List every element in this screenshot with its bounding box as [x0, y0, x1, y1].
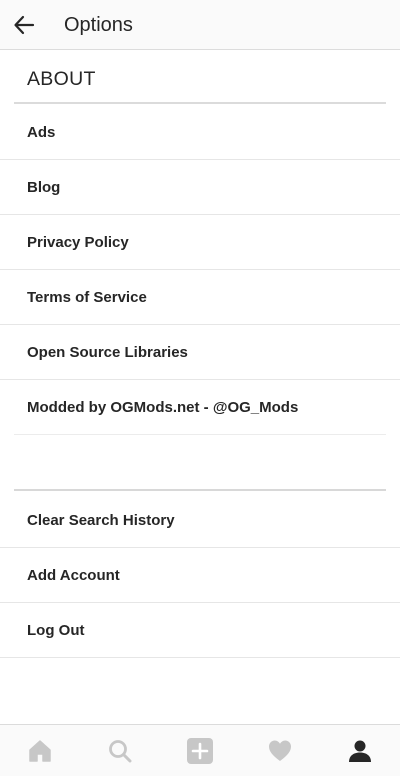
- group-divider: [14, 489, 386, 491]
- menu-item-log-out[interactable]: Log Out: [0, 603, 400, 658]
- nav-profile-button[interactable]: [340, 731, 380, 771]
- menu-item-label: Blog: [27, 179, 61, 196]
- menu-item-label: Ads: [27, 124, 56, 141]
- top-app-bar: Options: [0, 0, 400, 50]
- about-section-header: ABOUT: [0, 52, 400, 104]
- nav-search-button[interactable]: [100, 731, 140, 771]
- nav-add-post-button[interactable]: [180, 731, 220, 771]
- heart-icon: [269, 740, 291, 761]
- search-icon: [109, 739, 132, 762]
- menu-item-label: Log Out: [27, 622, 85, 639]
- back-button[interactable]: [10, 11, 38, 39]
- menu-item-label: Terms of Service: [27, 289, 147, 306]
- menu-item-privacy-policy[interactable]: Privacy Policy: [0, 215, 400, 270]
- arrow-left-icon: [14, 15, 35, 35]
- menu-item-label: Clear Search History: [27, 512, 175, 529]
- menu-item-clear-search-history[interactable]: Clear Search History: [0, 493, 400, 548]
- menu-item-label: Add Account: [27, 567, 120, 584]
- menu-item-blog[interactable]: Blog: [0, 160, 400, 215]
- menu-item-ads[interactable]: Ads: [0, 105, 400, 160]
- section-divider: [14, 102, 386, 104]
- menu-item-open-source-libraries[interactable]: Open Source Libraries: [0, 325, 400, 380]
- about-menu-list: Ads Blog Privacy Policy Terms of Service…: [0, 105, 400, 435]
- menu-item-modded-by[interactable]: Modded by OGMods.net - @OG_Mods: [0, 380, 400, 435]
- menu-item-terms-of-service[interactable]: Terms of Service: [0, 270, 400, 325]
- nav-activity-button[interactable]: [260, 731, 300, 771]
- page-title: Options: [64, 14, 133, 36]
- add-post-icon: [187, 737, 213, 764]
- menu-item-label: Open Source Libraries: [27, 344, 188, 361]
- menu-item-label: Modded by OGMods.net - @OG_Mods: [27, 399, 299, 416]
- profile-icon: [349, 740, 371, 762]
- nav-home-button[interactable]: [20, 731, 60, 771]
- account-menu-list: Clear Search History Add Account Log Out: [0, 493, 400, 658]
- bottom-navigation-bar: [0, 724, 400, 776]
- menu-item-label: Privacy Policy: [27, 234, 129, 251]
- about-section-title: ABOUT: [27, 68, 96, 90]
- menu-item-add-account[interactable]: Add Account: [0, 548, 400, 603]
- home-icon: [29, 739, 51, 762]
